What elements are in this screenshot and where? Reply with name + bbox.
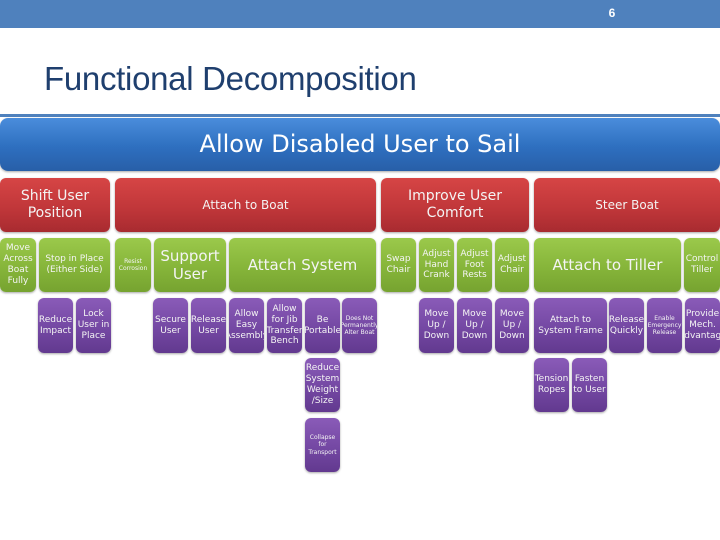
node-reduce-system-weight: Reduce System Weight /Size: [305, 358, 340, 412]
node-stop-in-place: Stop in Place (Either Side): [39, 238, 110, 292]
node-resist-corrosion: Resist Corrosion: [115, 238, 151, 292]
node-release-user: Release User: [191, 298, 226, 353]
node-adjust-foot-rests: Adjust Foot Rests: [457, 238, 492, 292]
node-fasten-to-user: Fasten to User: [572, 358, 607, 412]
node-move-up-down-chair: Move Up / Down: [495, 298, 529, 353]
node-enable-emergency-release: Enable Emergency Release: [647, 298, 682, 353]
slide-title: Functional Decomposition: [44, 60, 417, 97]
node-release-quickly: Release Quickly: [609, 298, 644, 353]
node-support-user: Support User: [154, 238, 226, 292]
node-move-up-down-hand-crank: Move Up / Down: [419, 298, 454, 353]
node-attach-to-system-frame: Attach to System Frame: [534, 298, 607, 353]
header-bar: 6: [0, 0, 720, 28]
node-be-portable: Be Portable: [305, 298, 340, 353]
node-steer-boat: Steer Boat: [534, 178, 720, 232]
node-attach-to-tiller: Attach to Tiller: [534, 238, 681, 292]
node-adjust-chair: Adjust Chair: [495, 238, 529, 292]
node-tension-ropes: Tension Ropes: [534, 358, 569, 412]
node-lock-user-in-place: Lock User in Place: [76, 298, 111, 353]
node-provide-mech-advantage: Provide Mech. Advantage: [685, 298, 720, 353]
node-does-not-alter-boat: Does Not Permanently Alter Boat: [342, 298, 377, 353]
node-control-tiller: Control Tiller: [684, 238, 720, 292]
node-improve-user-comfort: Improve User Comfort: [381, 178, 529, 232]
node-move-across-boat-fully: Move Across Boat Fully: [0, 238, 36, 292]
node-attach-to-boat: Attach to Boat: [115, 178, 376, 232]
node-reduce-impact: Reduce Impact: [38, 298, 73, 353]
node-move-up-down-foot-rests: Move Up / Down: [457, 298, 492, 353]
node-root: Allow Disabled User to Sail: [0, 118, 720, 171]
node-collapse-for-transport: Collapse for Transport: [305, 418, 340, 472]
node-shift-user-position: Shift User Position: [0, 178, 110, 232]
node-attach-system: Attach System: [229, 238, 376, 292]
slide-number: 6: [608, 6, 616, 20]
node-allow-easy-assembly: Allow Easy Assembly: [229, 298, 264, 353]
node-secure-user: Secure User: [153, 298, 188, 353]
node-swap-chair: Swap Chair: [381, 238, 416, 292]
node-allow-for-jib-transfer-bench: Allow for Jib Transfer Bench: [267, 298, 302, 353]
title-divider: [0, 114, 720, 117]
node-adjust-hand-crank: Adjust Hand Crank: [419, 238, 454, 292]
